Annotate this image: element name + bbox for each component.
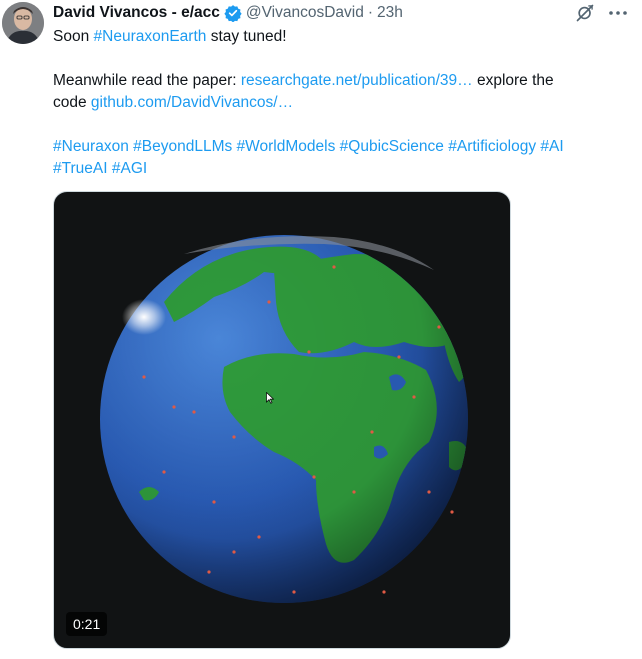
text-fragment: code <box>53 94 91 111</box>
hashtag-link[interactable]: #WorldModels <box>237 138 336 155</box>
code-link[interactable]: github.com/DavidVivancos/… <box>91 94 293 111</box>
hashtag-link[interactable]: #Neuraxon <box>53 138 129 155</box>
separator-dot: · <box>367 4 374 21</box>
paper-link[interactable]: researchgate.net/publication/39… <box>241 72 473 89</box>
hashtag-link[interactable]: #NeuraxonEarth <box>94 28 207 45</box>
grok-icon[interactable] <box>574 2 596 24</box>
hashtag-link[interactable]: #Artificiology <box>448 138 536 155</box>
video-duration-badge: 0:21 <box>66 612 108 636</box>
hashtag-link[interactable]: #AGI <box>112 160 147 177</box>
hashtag-link[interactable]: #TrueAI <box>53 160 108 177</box>
text-fragment: explore the <box>472 72 554 89</box>
text-fragment: Soon <box>53 28 94 45</box>
tweet-actions <box>574 2 630 24</box>
author-handle[interactable]: @VivancosDavid <box>246 4 364 22</box>
text-line-2: Meanwhile read the paper: researchgate.n… <box>53 70 633 92</box>
tweet-text: Soon #NeuraxonEarth stay tuned! Meanwhil… <box>53 26 633 180</box>
verified-badge-icon <box>224 4 242 22</box>
avatar[interactable] <box>2 2 44 44</box>
hashtags-line-1: #Neuraxon #BeyondLLMs #WorldModels #Qubi… <box>53 136 633 158</box>
hashtag-link[interactable]: #QubicScience <box>340 138 444 155</box>
more-icon[interactable] <box>606 2 630 24</box>
text-line-3: code github.com/DavidVivancos/… <box>53 92 633 114</box>
text-fragment: Meanwhile read the paper: <box>53 72 241 89</box>
hashtag-link[interactable]: #AI <box>540 138 563 155</box>
mouse-cursor-icon <box>266 392 274 404</box>
earth-globe-video-frame <box>100 235 468 603</box>
specular-highlight <box>122 299 166 335</box>
author-name[interactable]: David Vivancos - e/acc <box>53 4 220 22</box>
text-fragment: stay tuned! <box>206 28 287 45</box>
tweet-header: David Vivancos - e/acc @VivancosDavid · … <box>53 3 403 23</box>
sphere-shading <box>100 235 468 603</box>
text-line-1: Soon #NeuraxonEarth stay tuned! <box>53 26 633 48</box>
hashtags-line-2: #TrueAI #AGI <box>53 158 633 180</box>
tweet-timestamp[interactable]: 23h <box>377 4 403 22</box>
hashtag-link[interactable]: #BeyondLLMs <box>133 138 232 155</box>
avatar-image <box>2 2 44 44</box>
video-player[interactable]: 0:21 <box>53 191 511 649</box>
